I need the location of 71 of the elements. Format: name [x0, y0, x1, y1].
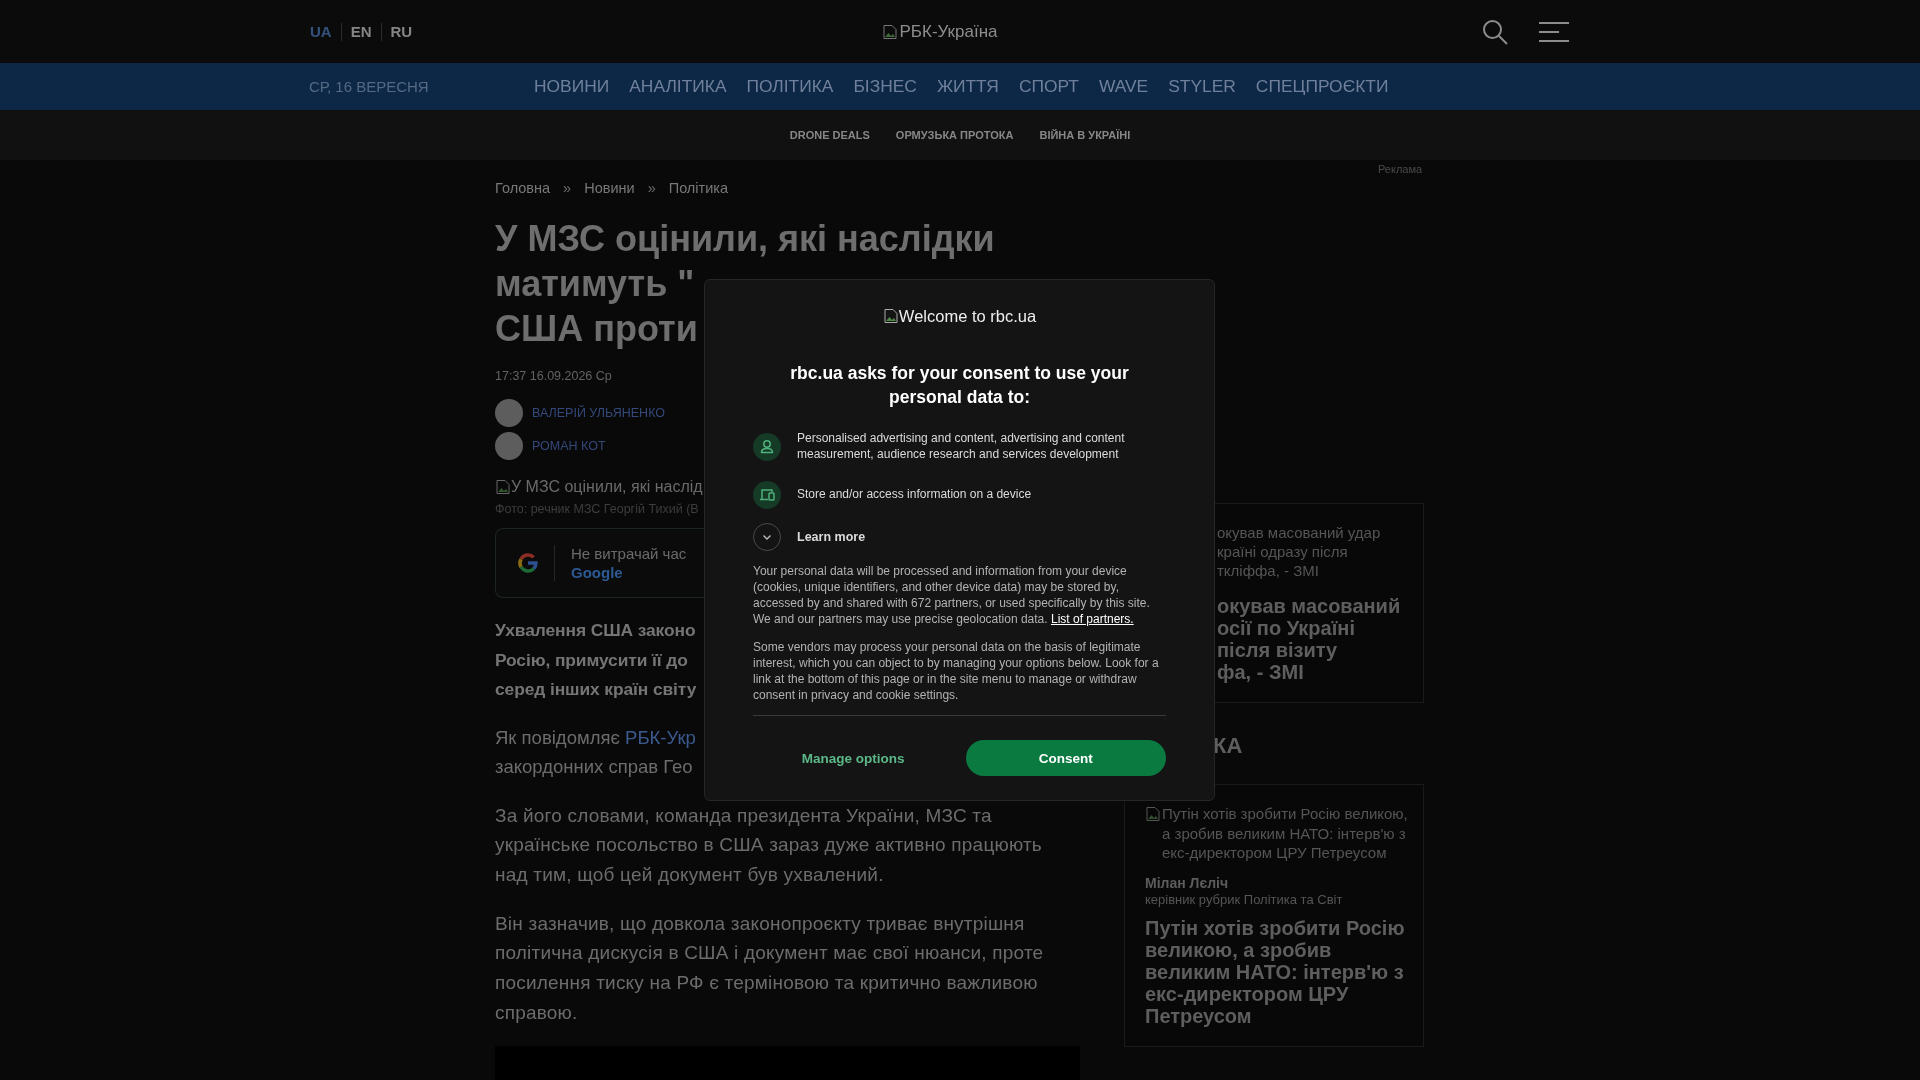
article-title: матимуть " — [495, 262, 695, 306]
opinion-headline: Путін хотів зробити Росію великою, а зробив великим НАТО: інтерв'ю з екс-директором ЦРУ Петреусом — [1145, 916, 1406, 1027]
nav-link[interactable]: ПОЛІТИКА — [746, 76, 834, 97]
breadcrumb-link[interactable]: Новини — [584, 179, 635, 197]
google-g-icon — [516, 551, 540, 575]
author-name: Мілан Лєліч — [1145, 874, 1229, 892]
author-link[interactable]: РОМАН КОТ — [532, 439, 606, 453]
nav-link[interactable]: БІЗНЕС — [853, 76, 917, 97]
logo-alt-text[interactable]: РБК-Україна — [899, 21, 998, 42]
google-news-card[interactable]: Не витрачай час Google — [495, 528, 704, 598]
image-alt-text: окував масований удар — [1217, 523, 1381, 542]
breadcrumb-link[interactable]: Головна — [495, 179, 551, 197]
topic-link[interactable]: ОРМУЗЬКА ПРОТОКА — [895, 129, 1014, 141]
topic-link[interactable]: ВІЙНА В УКРАЇНІ — [1039, 129, 1131, 141]
breadcrumb-link[interactable]: Політика — [668, 179, 729, 197]
news-headline: фа, - ЗМІ — [1217, 661, 1304, 683]
nav-link[interactable]: WAVE — [1098, 76, 1149, 97]
learn-more-button[interactable]: Learn more — [753, 523, 866, 551]
broken-image-icon — [882, 23, 899, 40]
breadcrumb-separator: » — [563, 179, 572, 197]
image-alt-text: У МЗС оцінили, які наслід — [511, 477, 703, 497]
menu-icon[interactable] — [1538, 21, 1570, 42]
consent-button[interactable]: Consent — [965, 740, 1166, 776]
body-text: закордонних справ Гео — [495, 756, 693, 777]
broken-image-icon — [495, 479, 511, 495]
purpose-text: Store and/or access information on a device — [797, 487, 1032, 503]
news-headline: після візиту — [1217, 639, 1338, 661]
article-title: У МЗС оцінили, які наслідки — [495, 217, 995, 261]
nav-link[interactable]: ЖИТТЯ — [936, 76, 999, 97]
body-text: Як повідомляє — [495, 726, 620, 748]
language-link[interactable]: UA — [310, 22, 341, 41]
promo-text: Не витрачай час — [571, 544, 687, 563]
topic-link[interactable]: DRONE DEALS — [789, 129, 870, 141]
nav-link[interactable]: СПЕЦПРОЄКТИ — [1255, 76, 1389, 97]
welcome-alt-text: Welcome to rbc.ua — [898, 306, 1037, 327]
article-title: США проти — [495, 307, 698, 351]
news-headline: окував масований — [1217, 595, 1401, 617]
image-alt-text: країні одразу після — [1217, 542, 1348, 561]
lead-text: Росію, примусити її до — [495, 648, 688, 672]
devices-icon — [753, 481, 781, 509]
nav-link[interactable]: НОВИНИ — [534, 76, 610, 97]
source-link[interactable]: РБК-Укр — [625, 726, 696, 748]
avatar-placeholder — [495, 399, 523, 427]
nav-link[interactable]: STYLER — [1168, 76, 1236, 97]
language-link[interactable]: EN — [340, 22, 381, 41]
opinion-card[interactable] — [1124, 784, 1424, 1047]
search-icon[interactable] — [1482, 18, 1508, 45]
news-headline: осії по Україні — [1217, 617, 1355, 639]
ad-label: Реклама — [1378, 163, 1423, 175]
body-paragraph: За його словами, команда президента України, МЗС та українське посольство в США зараз дуже активно працюють над тим, щоб цей документ був ухвалений. — [495, 803, 1043, 887]
image-alt-text: Путін хотів зробити Росію великою, а зробив великим НАТО: інтерв'ю з екс-директором ЦРУ Петреусом — [1162, 804, 1409, 863]
body-paragraph: Він зазначив, що довкола законопроєкту триває внутрішня політична дискусія в США і документ має свої нюанси, проте посилення тиску на РФ є терміновою та критично важливою справою. — [495, 911, 1045, 1025]
image-alt-text: ткліффа, - ЗМІ — [1217, 561, 1319, 580]
dialog-heading: rbc.ua asks for your consent to use your personal data to: — [789, 362, 1130, 409]
nav-link[interactable]: АНАЛІТИКА — [629, 76, 727, 97]
broken-image-icon — [882, 308, 899, 324]
lead-text: Ухвалення США законо — [495, 619, 696, 642]
avatar-placeholder — [495, 432, 523, 460]
purpose-text: Personalised advertising and content, advertising and content measurement, audience research and services development — [797, 431, 1126, 462]
person-icon — [753, 432, 781, 461]
manage-options-button[interactable]: Manage options — [753, 740, 954, 776]
lead-text: серед інших країн світу — [495, 678, 697, 701]
broken-image-icon — [1145, 806, 1161, 822]
breadcrumb-separator: » — [647, 179, 656, 197]
author-role: керівник рубрик Політика та Світ — [1145, 891, 1343, 908]
nav-link[interactable]: СПОРТ — [1018, 76, 1079, 97]
publish-time: 17:37 16.09.2026 Ср — [495, 368, 612, 384]
author-link[interactable]: ВАЛЕРІЙ УЛЬЯНЕНКО — [532, 406, 665, 420]
date-label: СР, 16 ВЕРЕСНЯ — [309, 78, 430, 95]
language-link[interactable]: RU — [380, 22, 422, 41]
google-link[interactable]: Google — [571, 563, 623, 582]
